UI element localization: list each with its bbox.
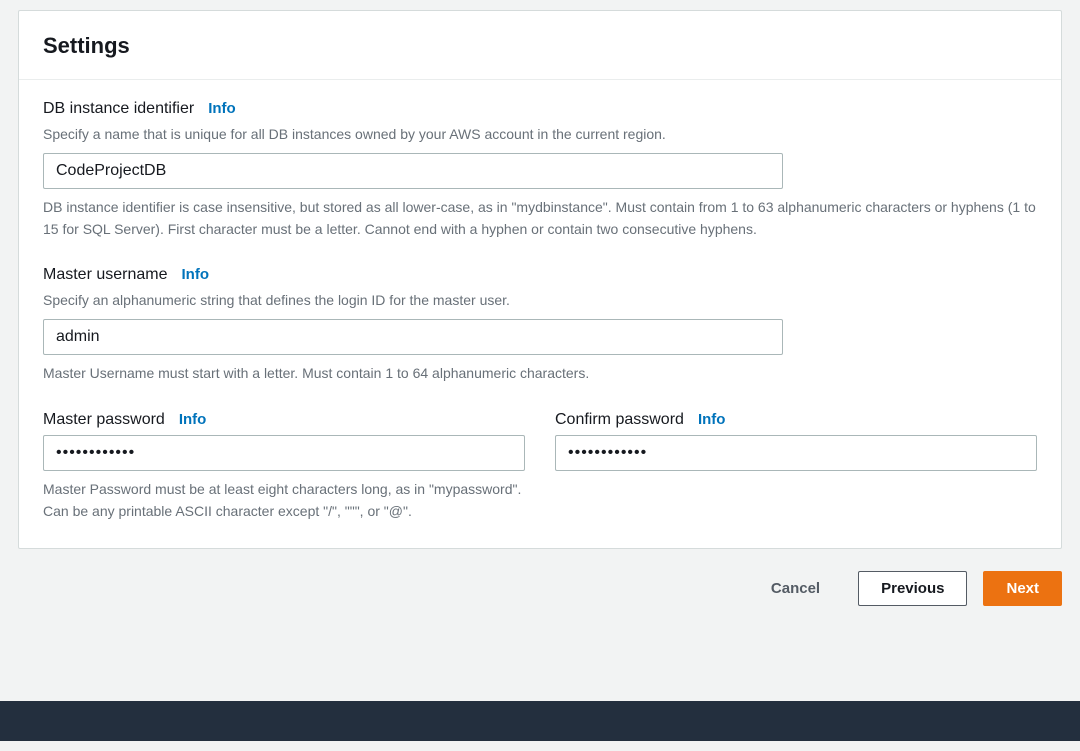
field-label-row: Master username Info	[43, 266, 1037, 284]
footer-actions: Cancel Previous Next	[0, 549, 1080, 626]
confirm-password-input[interactable]	[555, 435, 1037, 471]
password-row: Master password Info Master Password mus…	[43, 411, 1037, 522]
confirm-password-info-link[interactable]: Info	[698, 411, 726, 428]
db-instance-identifier-desc: Specify a name that is unique for all DB…	[43, 124, 1037, 145]
next-button[interactable]: Next	[983, 571, 1062, 606]
master-username-info-link[interactable]: Info	[182, 266, 210, 283]
confirm-password-group: Confirm password Info	[555, 411, 1037, 522]
field-label-row: Master password Info	[43, 411, 525, 429]
master-username-label: Master username	[43, 266, 168, 284]
db-instance-identifier-group: DB instance identifier Info Specify a na…	[43, 100, 1037, 240]
master-password-info-link[interactable]: Info	[179, 411, 207, 428]
master-username-helper: Master Username must start with a letter…	[43, 363, 1037, 385]
master-password-group: Master password Info Master Password mus…	[43, 411, 525, 522]
master-password-label: Master password	[43, 411, 165, 429]
panel-header: Settings	[19, 11, 1061, 80]
confirm-password-label: Confirm password	[555, 411, 684, 429]
field-label-row: DB instance identifier Info	[43, 100, 1037, 118]
master-username-input[interactable]	[43, 319, 783, 355]
previous-button[interactable]: Previous	[858, 571, 967, 606]
db-instance-identifier-info-link[interactable]: Info	[208, 100, 236, 117]
db-instance-identifier-label: DB instance identifier	[43, 100, 194, 118]
settings-panel: Settings DB instance identifier Info Spe…	[18, 10, 1062, 549]
cancel-button[interactable]: Cancel	[749, 572, 842, 605]
db-instance-identifier-input[interactable]	[43, 153, 783, 189]
panel-title: Settings	[43, 33, 1037, 59]
console-footer-bar	[0, 701, 1080, 741]
master-password-helper: Master Password must be at least eight c…	[43, 479, 525, 522]
master-password-input[interactable]	[43, 435, 525, 471]
master-username-group: Master username Info Specify an alphanum…	[43, 266, 1037, 385]
master-username-desc: Specify an alphanumeric string that defi…	[43, 290, 1037, 311]
panel-body: DB instance identifier Info Specify a na…	[19, 80, 1061, 548]
db-instance-identifier-helper: DB instance identifier is case insensiti…	[43, 197, 1037, 240]
field-label-row: Confirm password Info	[555, 411, 1037, 429]
